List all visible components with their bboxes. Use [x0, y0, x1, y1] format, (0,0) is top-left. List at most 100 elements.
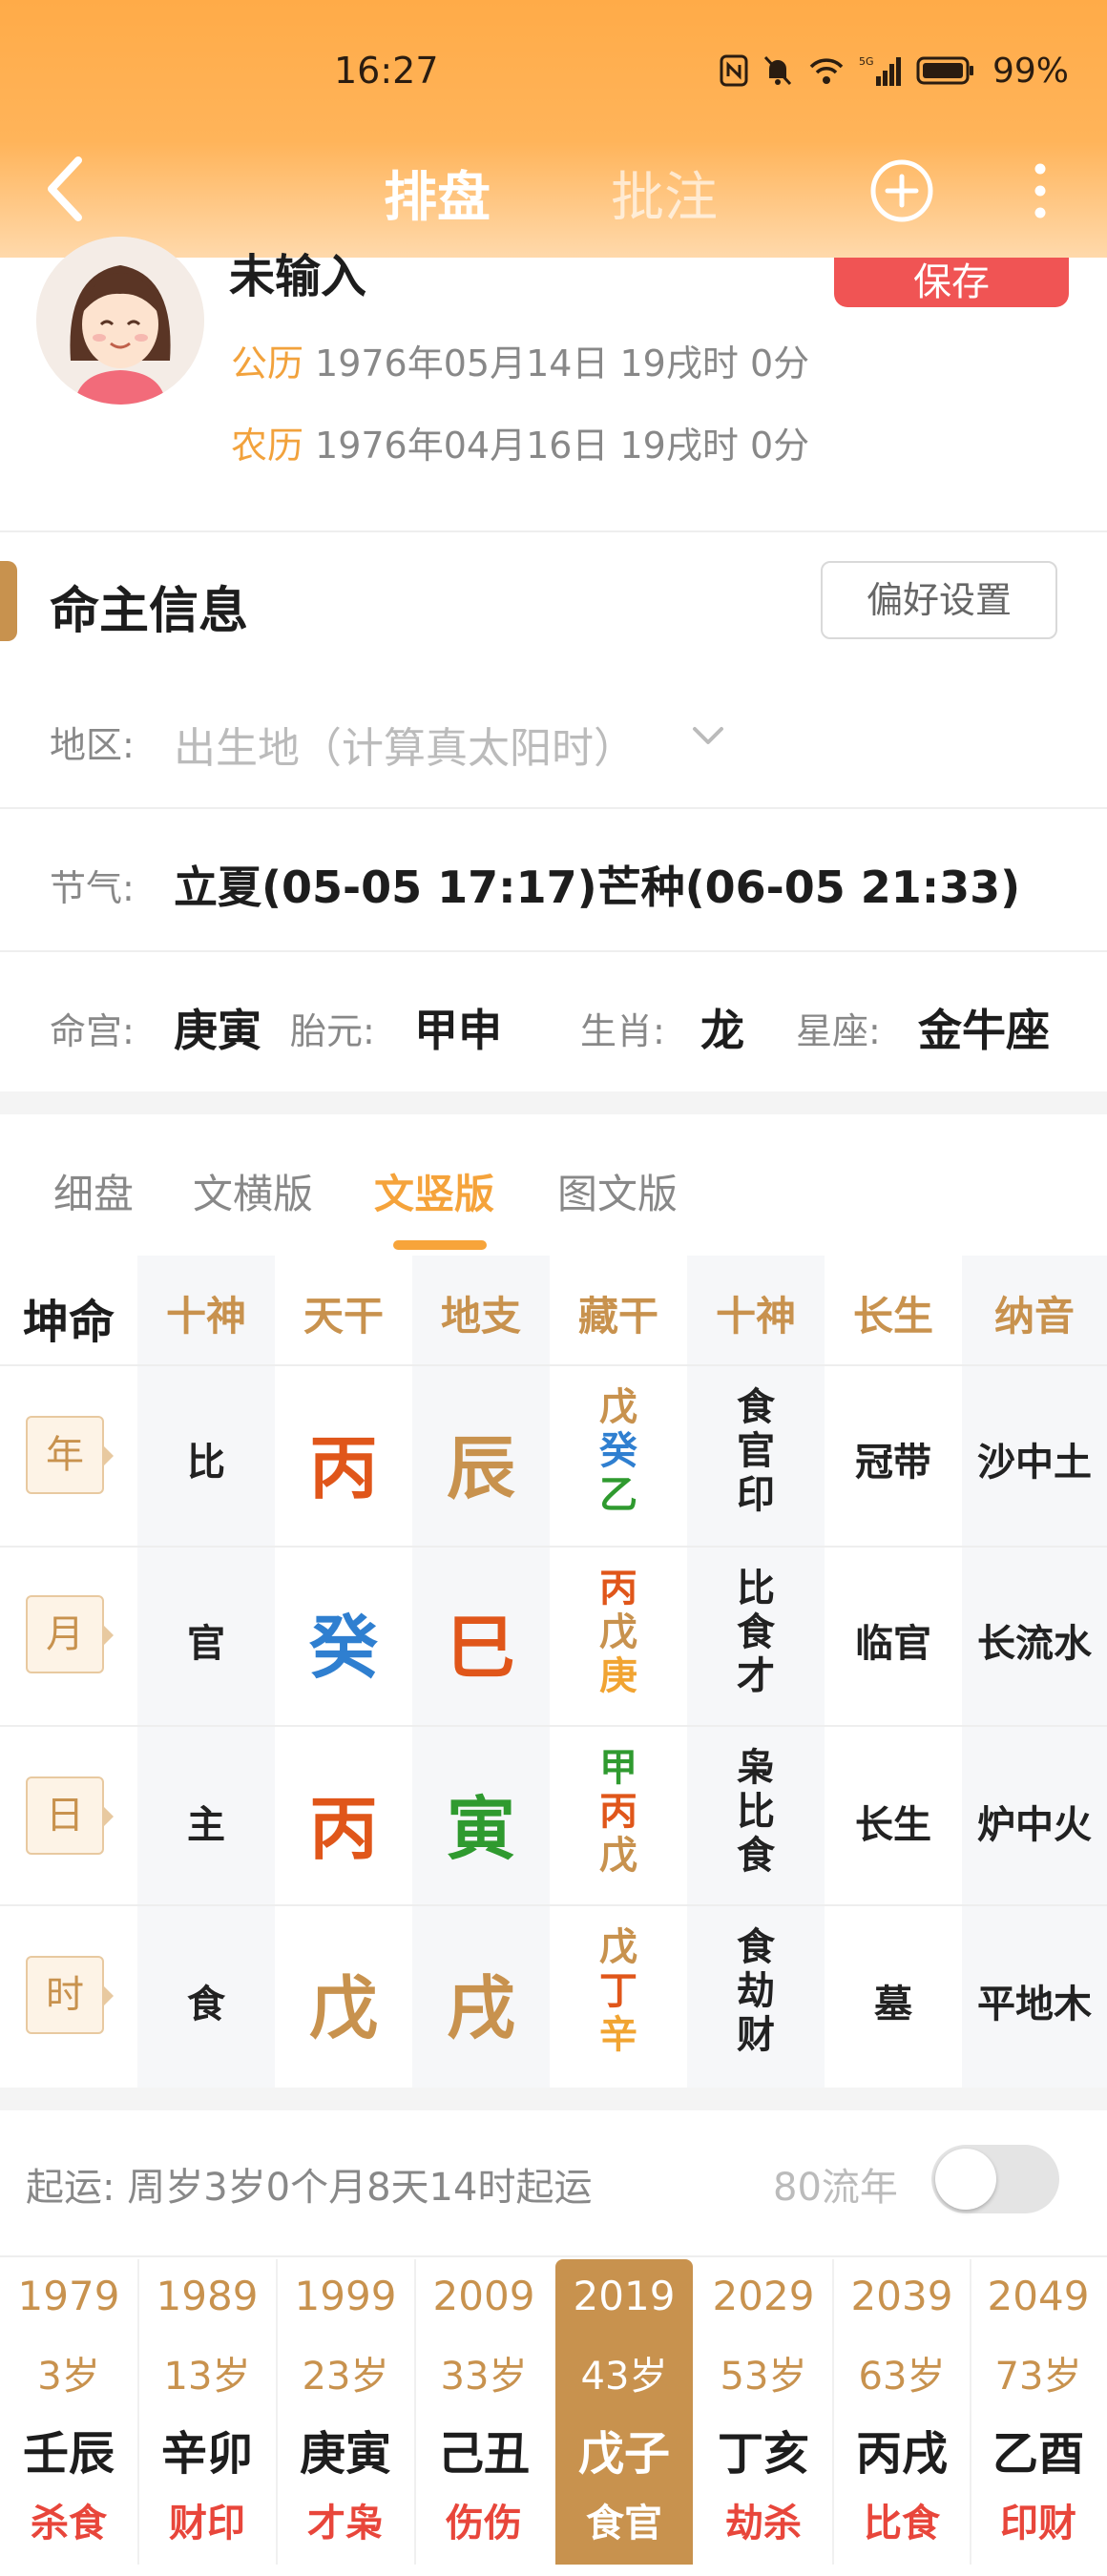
tab-text-vertical[interactable]: 文竖版	[374, 1162, 494, 1220]
luck-shishen: 杀食	[31, 2502, 107, 2545]
grid-cell-nayin: 沙中土	[977, 1441, 1092, 1485]
luck-ganzhi: 壬辰	[22, 2427, 115, 2481]
constellation-value: 金牛座	[918, 1005, 1050, 1056]
canggan-shishen-char: 印	[737, 1473, 775, 1517]
tab-graphic[interactable]: 图文版	[557, 1162, 678, 1220]
add-button[interactable]	[868, 157, 935, 224]
canggan-char: 甲	[599, 1746, 637, 1790]
luck-column[interactable]: 2049 73岁 乙酉 印财	[970, 2259, 1107, 2565]
zodiac-value: 龙	[700, 1005, 744, 1056]
canggan-char: 戊	[599, 1925, 637, 1969]
pillar-month-tag[interactable]: 月	[26, 1595, 114, 1673]
canggan-char: 戊	[599, 1610, 637, 1654]
divider	[0, 2255, 1107, 2257]
luck-age: 33岁	[440, 2355, 528, 2399]
grid-cell-nayin: 长流水	[977, 1622, 1092, 1666]
canggan-char: 丙	[599, 1790, 637, 1834]
canggan-shishen-char: 比	[737, 1790, 775, 1834]
grid-header: 长生	[852, 1293, 933, 1340]
pillar-day-tag[interactable]: 日	[26, 1776, 114, 1855]
constellation-label: 星座:	[796, 1010, 881, 1052]
tab-plate[interactable]: 排盘	[384, 155, 491, 232]
pillar-year-tag[interactable]: 年	[26, 1416, 114, 1494]
grid-header: 十神	[715, 1293, 796, 1340]
luck-ganzhi: 丁亥	[717, 2427, 809, 2481]
luck-ganzhi: 庚寅	[299, 2427, 391, 2481]
palace-value: 庚寅	[174, 1005, 261, 1056]
luck-age: 43岁	[580, 2355, 668, 2399]
luck-column[interactable]: 1989 13岁 辛卯 财印	[138, 2259, 276, 2565]
grid-cell-zhi: 巳	[446, 1608, 515, 1688]
canggan-shishen-char: 食	[737, 1610, 775, 1654]
avatar[interactable]	[36, 237, 204, 405]
grid-row-divider	[0, 1364, 1107, 1366]
tab-detail[interactable]: 细盘	[53, 1162, 134, 1220]
luck-column[interactable]: 1979 3岁 壬辰 杀食	[0, 2259, 137, 2565]
grid-cell-canggan-shishen: 比 食 才	[687, 1567, 825, 1698]
back-button[interactable]	[40, 153, 97, 225]
canggan-shishen-char: 官	[737, 1429, 775, 1473]
tab-text-horizontal[interactable]: 文横版	[193, 1162, 313, 1220]
grid-cell-nayin: 炉中火	[977, 1803, 1092, 1847]
luck-ganzhi: 辛卯	[160, 2427, 253, 2481]
luck-year: 1989	[156, 2273, 259, 2319]
luck-column[interactable]: 2029 53岁 丁亥 劫杀	[695, 2259, 832, 2565]
solar-term-label: 节气:	[50, 867, 135, 909]
grid-cell-gan: 丙	[308, 1789, 378, 1869]
grid-cell-shishen: 食	[187, 1983, 225, 2026]
luck-column[interactable]: 1999 23岁 庚寅 才枭	[277, 2259, 414, 2565]
canggan-shishen-char: 财	[737, 2013, 775, 2057]
luck-year: 1999	[294, 2273, 397, 2319]
taiyuan-value: 甲申	[414, 1005, 502, 1056]
flow-year-toggle[interactable]	[931, 2145, 1059, 2213]
grid-cell-zhi: 戌	[446, 1968, 515, 2048]
luck-age: 53岁	[720, 2355, 807, 2399]
signal-5g-icon: 5G	[859, 55, 901, 86]
section-accent-bar	[0, 561, 17, 641]
taiyuan-label: 胎元:	[290, 1010, 375, 1052]
luck-column-active[interactable]: 2019 43岁 戊子 食官	[555, 2259, 693, 2565]
nfc-icon	[720, 54, 748, 87]
grid-cell-canggan-shishen: 食 官 印	[687, 1385, 825, 1517]
luck-shishen: 印财	[1000, 2502, 1076, 2545]
column-shade	[137, 1256, 275, 2088]
preference-settings-button[interactable]: 偏好设置	[821, 561, 1057, 639]
tab-annotation[interactable]: 批注	[611, 155, 718, 232]
luck-column[interactable]: 2009 33岁 己丑 伤伤	[415, 2259, 553, 2565]
luck-age: 3岁	[37, 2355, 100, 2399]
grid-cell-canggan: 丙 戊 庚	[550, 1567, 687, 1698]
divider	[0, 530, 1107, 532]
luck-year: 2019	[573, 2273, 676, 2319]
back-arrow-icon	[48, 156, 82, 221]
luck-column[interactable]: 2039 63岁 丙戌 比食	[833, 2259, 971, 2565]
battery-icon	[916, 56, 973, 85]
grid-cell-changsheng: 临官	[855, 1622, 931, 1666]
grid-cell-gan: 戊	[308, 1968, 378, 2048]
luck-shishen: 才枭	[307, 2502, 384, 2545]
more-vertical-icon	[1034, 163, 1046, 218]
flow-year-label: 80流年	[773, 2166, 898, 2210]
luck-year: 2049	[987, 2273, 1090, 2319]
canggan-char: 戊	[599, 1385, 637, 1429]
app-header: 16:27 5G 99% 排盘 批注	[0, 0, 1107, 258]
grid-cell-gan: 丙	[308, 1428, 378, 1508]
svg-text:5G: 5G	[859, 55, 874, 68]
luck-ganzhi: 己丑	[437, 2427, 530, 2481]
canggan-char: 癸	[599, 1429, 637, 1473]
canggan-char: 丁	[599, 1969, 637, 2013]
grid-row-divider	[0, 1725, 1107, 1727]
more-button[interactable]	[1021, 157, 1059, 224]
grid-header: 地支	[440, 1293, 521, 1340]
luck-ganzhi: 戊子	[577, 2427, 670, 2481]
chevron-down-icon[interactable]	[689, 719, 727, 754]
canggan-char: 庚	[599, 1654, 637, 1698]
status-icons: 5G 99%	[720, 51, 1069, 91]
pillar-hour-tag[interactable]: 时	[26, 1956, 114, 2034]
region-select[interactable]: 出生地（计算真太阳时）	[174, 714, 636, 775]
grid-cell-nayin: 平地木	[977, 1983, 1092, 2026]
grid-header: 藏干	[577, 1293, 658, 1340]
save-button[interactable]: 保存	[834, 258, 1069, 307]
profile-name: 未输入	[229, 250, 367, 303]
battery-percent: 99%	[992, 51, 1069, 91]
luck-start-value: 周岁3岁0个月8天14时起运	[127, 2166, 593, 2210]
